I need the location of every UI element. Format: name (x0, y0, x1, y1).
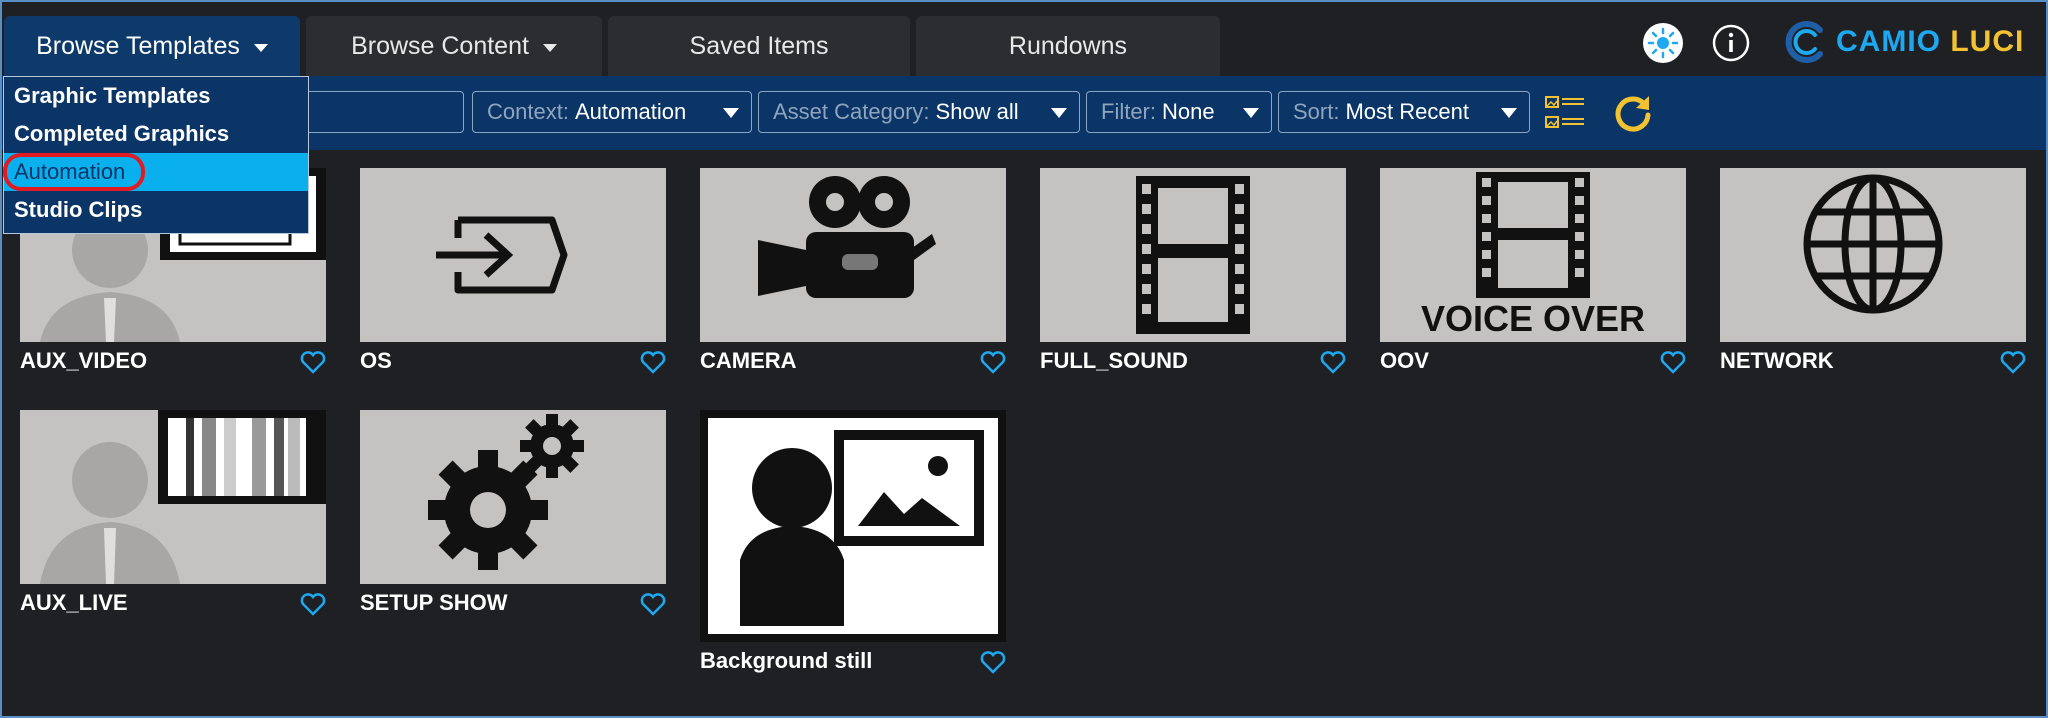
tab-label: Browse Content (351, 31, 529, 60)
card-label: NETWORK (1720, 348, 1834, 373)
camera-icon (700, 168, 1006, 342)
asset-category-label: Asset Category: (773, 99, 930, 124)
camio-logo-icon (1785, 21, 1823, 63)
top-tab-bar: Browse Templates Browse Content Saved It… (2, 2, 2046, 76)
list-view-icon[interactable] (1542, 90, 1588, 136)
tab-saved-items[interactable]: Saved Items (608, 16, 910, 76)
chevron-down-icon (542, 44, 557, 52)
menu-item-completed-graphics[interactable]: Completed Graphics (4, 115, 308, 153)
browse-templates-menu: Graphic Templates Completed Graphics Aut… (3, 76, 309, 234)
card-label: CAMERA (700, 348, 797, 373)
heart-icon[interactable] (1660, 350, 1686, 374)
tab-browse-content[interactable]: Browse Content (306, 16, 602, 76)
filter-label: Filter: (1101, 99, 1156, 124)
filter-select[interactable]: Filter: None (1086, 91, 1272, 133)
input-icon (360, 168, 666, 342)
card-label: Background still (700, 648, 873, 673)
menu-item-automation[interactable]: Automation (4, 153, 308, 191)
gears-icon (360, 410, 666, 584)
card-label: OOV (1380, 348, 1429, 373)
heart-icon[interactable] (980, 350, 1006, 374)
heart-icon[interactable] (640, 350, 666, 374)
heart-icon[interactable] (1320, 350, 1346, 374)
filter-value: None (1162, 99, 1215, 124)
heart-icon[interactable] (2000, 350, 2026, 374)
dropdown-arrow-icon (1243, 108, 1259, 118)
voice-over-thumb-text: VOICE OVER (1420, 298, 1646, 339)
tab-label: Browse Templates (36, 31, 240, 60)
dropdown-arrow-icon (723, 108, 739, 118)
context-value: Automation (574, 99, 687, 124)
sort-select[interactable]: Sort: Most Recent (1278, 91, 1530, 133)
heart-icon[interactable] (300, 350, 326, 374)
dropdown-arrow-icon (1501, 108, 1517, 118)
brand-name: CAMIO (1836, 25, 1941, 58)
globe-icon (1720, 168, 2026, 342)
card-label: OS (360, 348, 392, 373)
card-label: AUX_VIDEO (20, 348, 148, 373)
menu-item-graphic-templates[interactable]: Graphic Templates (4, 77, 308, 115)
tab-label: Rundowns (1008, 31, 1128, 60)
card-label: AUX_LIVE (20, 590, 128, 615)
refresh-icon[interactable] (1610, 90, 1656, 136)
heart-icon[interactable] (300, 592, 326, 616)
film-voice-over-icon: VOICE OVER (1380, 168, 1686, 342)
heart-icon[interactable] (980, 650, 1006, 674)
info-icon[interactable] (1710, 22, 1752, 64)
presenter-image-icon (700, 410, 1006, 642)
context-label: Context: (487, 99, 569, 124)
asset-category-select[interactable]: Asset Category: Show all (758, 91, 1080, 133)
sun-icon[interactable] (1642, 22, 1684, 64)
tab-rundowns[interactable]: Rundowns (916, 16, 1220, 76)
asset-category-value: Show all (935, 99, 1019, 124)
search-input[interactable] (302, 91, 464, 133)
menu-item-studio-clips[interactable]: Studio Clips (4, 191, 308, 229)
chevron-down-icon (253, 44, 268, 52)
sort-label: Sort: (1293, 99, 1340, 124)
tab-browse-templates[interactable]: Browse Templates (4, 16, 300, 76)
presenter-color-bars-icon (20, 410, 326, 584)
card-label: FULL_SOUND (1040, 348, 1188, 373)
context-select[interactable]: Context: Automation (472, 91, 752, 133)
brand-logo: CAMIO LUCI (1784, 14, 2024, 70)
brand-product: LUCI (1950, 25, 2025, 58)
tab-label: Saved Items (689, 31, 829, 60)
card-label: SETUP SHOW (360, 590, 508, 615)
heart-icon[interactable] (640, 592, 666, 616)
dropdown-arrow-icon (1051, 108, 1067, 118)
film-strip-icon (1040, 168, 1346, 342)
sort-value: Most Recent (1345, 99, 1469, 124)
